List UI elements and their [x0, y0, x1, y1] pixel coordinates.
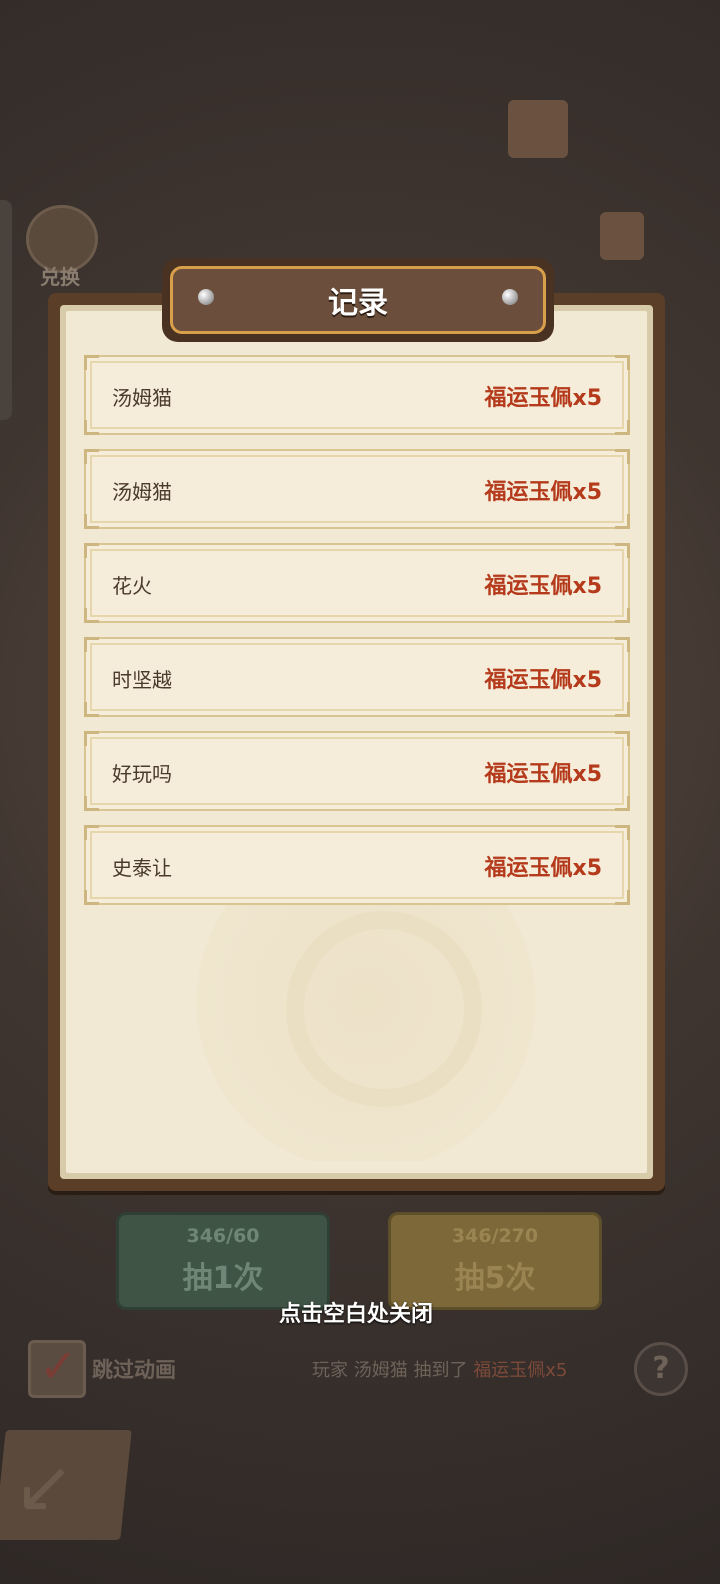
lantern-decoration [508, 100, 568, 158]
corner-ornament [615, 890, 630, 905]
corner-ornament [84, 543, 99, 558]
paper-ornament-ring [286, 911, 482, 1107]
draw-five-label: 抽5次 [454, 1261, 536, 1296]
record-player-name: 花火 [112, 574, 152, 598]
ticker-verb: 抽到了 [413, 1360, 468, 1381]
corner-ornament [615, 355, 630, 370]
corner-ornament [84, 637, 99, 652]
skip-animation-label: 跳过动画 [92, 1358, 176, 1382]
corner-ornament [615, 608, 630, 623]
record-reward: 福运玉佩x5 [484, 668, 603, 693]
corner-ornament [615, 420, 630, 435]
corner-ornament [615, 637, 630, 652]
corner-ornament [84, 449, 99, 464]
corner-ornament [84, 825, 99, 840]
help-icon: ? [634, 1342, 688, 1396]
corner-ornament [615, 702, 630, 717]
lantern-decoration [600, 212, 644, 260]
back-arrow-icon: ↙ [14, 1444, 75, 1528]
corner-ornament [615, 449, 630, 464]
draw-once-label: 抽1次 [182, 1261, 264, 1296]
record-player-name: 汤姆猫 [112, 386, 172, 410]
close-hint: 点击空白处关闭 [278, 1302, 433, 1327]
record-row: 汤姆猫 福运玉佩x5 [84, 355, 630, 435]
dialog-title: 记录 [328, 286, 388, 321]
ticker-prefix: 玩家 [312, 1360, 348, 1381]
draw-five-cost: 346/270 [451, 1225, 539, 1247]
corner-ornament [84, 702, 99, 717]
corner-ornament [84, 355, 99, 370]
record-player-name: 汤姆猫 [112, 480, 172, 504]
corner-ornament [84, 890, 99, 905]
record-reward: 福运玉佩x5 [484, 480, 603, 505]
corner-ornament [615, 514, 630, 529]
exchange-label: 兑换 [40, 265, 80, 289]
back-button: ↙ [0, 1430, 132, 1540]
record-player-name: 时坚越 [112, 668, 172, 692]
ticker-item: 福运玉佩x5 [473, 1360, 568, 1381]
record-reward: 福运玉佩x5 [484, 856, 603, 881]
corner-ornament [84, 514, 99, 529]
record-row: 花火 福运玉佩x5 [84, 543, 630, 623]
record-reward: 福运玉佩x5 [484, 386, 603, 411]
record-row: 时坚越 福运玉佩x5 [84, 637, 630, 717]
record-list[interactable]: 汤姆猫 福运玉佩x5 汤姆猫 福运玉佩x5 花火 福运玉佩x5 时坚越 福运玉佩… [84, 355, 630, 919]
record-reward: 福运玉佩x5 [484, 762, 603, 787]
corner-ornament [615, 731, 630, 746]
exchange-button: 兑换 [22, 205, 98, 289]
record-player-name: 史泰让 [112, 856, 172, 880]
record-reward: 福运玉佩x5 [484, 574, 603, 599]
corner-ornament [615, 543, 630, 558]
skip-animation-checkbox [28, 1339, 86, 1398]
side-tab [0, 200, 12, 420]
draw-once-cost: 346/60 [186, 1225, 260, 1247]
corner-ornament [84, 796, 99, 811]
draw-ticker: 玩家 汤姆猫 抽到了 福运玉佩x5 [312, 1356, 567, 1382]
record-player-name: 好玩吗 [112, 762, 172, 786]
corner-ornament [84, 608, 99, 623]
record-row: 史泰让 福运玉佩x5 [84, 825, 630, 905]
dialog-title-plate: 记录 [162, 258, 554, 342]
record-row: 汤姆猫 福运玉佩x5 [84, 449, 630, 529]
record-row: 好玩吗 福运玉佩x5 [84, 731, 630, 811]
corner-ornament [84, 731, 99, 746]
ticker-player: 汤姆猫 [353, 1360, 408, 1381]
corner-ornament [615, 796, 630, 811]
corner-ornament [615, 825, 630, 840]
corner-ornament [84, 420, 99, 435]
